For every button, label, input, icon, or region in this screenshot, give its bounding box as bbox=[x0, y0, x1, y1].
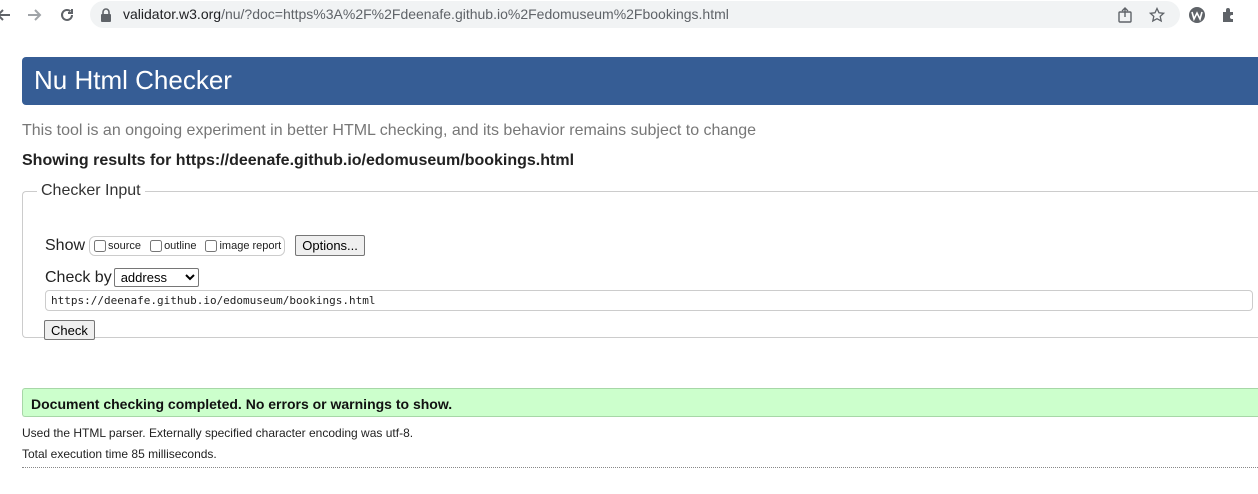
url-text: validator.w3.org/nu/?doc=https%3A%2F%2Fd… bbox=[123, 6, 729, 22]
check-button[interactable]: Check bbox=[44, 320, 95, 340]
show-source-option[interactable]: source bbox=[93, 239, 142, 252]
url-path: /nu/?doc=https%3A%2F%2Fdeenafe.github.io… bbox=[221, 6, 729, 22]
show-image-report-label: image report bbox=[219, 239, 282, 252]
show-options-group: source outline image report bbox=[89, 235, 286, 256]
show-outline-option[interactable]: outline bbox=[149, 239, 197, 252]
show-source-checkbox[interactable] bbox=[94, 239, 107, 252]
reload-icon[interactable] bbox=[57, 5, 77, 25]
forward-icon[interactable] bbox=[24, 5, 44, 25]
check-by-select[interactable]: address bbox=[113, 268, 199, 287]
success-message-box: Document checking completed. No errors o… bbox=[22, 388, 1258, 417]
show-row: Show source outline image report Options… bbox=[45, 235, 365, 256]
back-icon[interactable] bbox=[0, 5, 14, 25]
extension-w-icon[interactable] bbox=[1187, 5, 1207, 25]
url-host: validator.w3.org bbox=[123, 6, 222, 22]
show-label: Show bbox=[45, 236, 86, 254]
checker-input-fieldset: Checker Input Show source outline image … bbox=[22, 182, 1258, 340]
show-image-report-checkbox[interactable] bbox=[205, 239, 218, 252]
page-title: Nu Html Checker bbox=[34, 65, 232, 95]
options-button[interactable]: Options... bbox=[295, 235, 365, 256]
show-image-report-option[interactable]: image report bbox=[204, 239, 282, 252]
document-url-input[interactable] bbox=[45, 290, 1253, 311]
parser-note: Used the HTML parser. Externally specifi… bbox=[22, 426, 414, 440]
results-heading: Showing results for https://deenafe.gith… bbox=[22, 152, 575, 169]
success-message: Document checking completed. No errors o… bbox=[31, 396, 453, 412]
page-header: Nu Html Checker bbox=[22, 57, 1258, 105]
check-by-label: Check by bbox=[45, 268, 112, 286]
page-subtitle: This tool is an ongoing experiment in be… bbox=[22, 122, 757, 139]
show-outline-label: outline bbox=[164, 239, 197, 252]
star-icon[interactable] bbox=[1147, 5, 1167, 25]
show-source-label: source bbox=[108, 239, 142, 252]
share-icon[interactable] bbox=[1115, 5, 1135, 25]
lock-icon[interactable] bbox=[96, 5, 116, 25]
address-bar[interactable]: validator.w3.org/nu/?doc=https%3A%2F%2Fd… bbox=[90, 1, 1180, 28]
show-outline-checkbox[interactable] bbox=[150, 239, 163, 252]
browser-toolbar: validator.w3.org/nu/?doc=https%3A%2F%2Fd… bbox=[0, 0, 1258, 30]
puzzle-icon[interactable] bbox=[1219, 5, 1239, 25]
check-by-row: Check by address bbox=[45, 268, 199, 287]
checker-input-legend: Checker Input bbox=[41, 182, 141, 199]
divider bbox=[22, 467, 1258, 468]
execution-time: Total execution time 85 milliseconds. bbox=[22, 447, 217, 461]
